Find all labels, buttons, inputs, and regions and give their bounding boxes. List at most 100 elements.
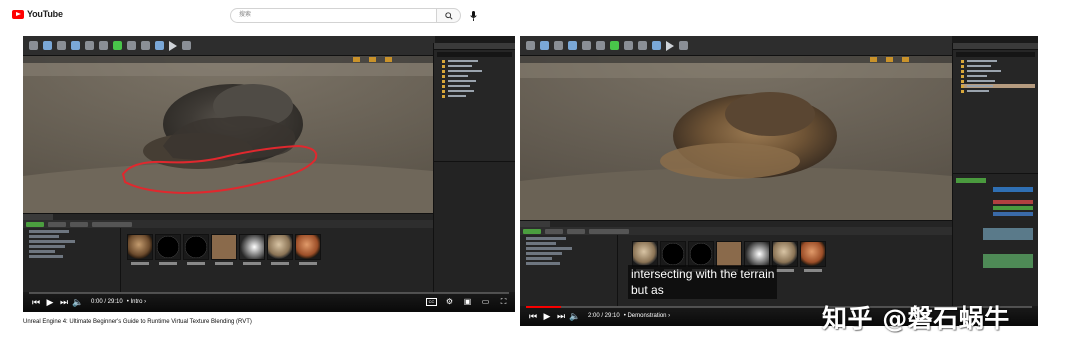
details-panel	[952, 173, 1038, 306]
microphone-icon	[469, 10, 477, 21]
volume-icon[interactable]: 🔈	[568, 310, 582, 322]
outliner-row	[961, 64, 1035, 68]
theater-mode-icon[interactable]: ▭	[480, 296, 491, 308]
video-title[interactable]: Unreal Engine 4: Ultimate Beginner's Gui…	[23, 319, 252, 325]
modes-icon	[57, 41, 66, 50]
play-icon	[666, 40, 674, 51]
add-new-button	[26, 221, 44, 227]
settings-icon	[99, 41, 108, 50]
time-display: 0:00 / 29:10	[91, 299, 123, 305]
blueprints-icon	[113, 41, 122, 50]
gear-icon[interactable]: ⚙	[444, 296, 455, 308]
skip-previous-icon[interactable]: ⏮	[29, 296, 43, 308]
import-button	[545, 228, 563, 234]
asset-tile[interactable]	[295, 234, 321, 265]
outliner-row	[961, 59, 1035, 63]
ue-toolbar	[23, 36, 435, 56]
build-icon	[638, 41, 647, 50]
asset-tile[interactable]	[239, 234, 265, 265]
settings-icon	[596, 41, 605, 50]
subtitles-icon[interactable]: CC	[426, 298, 437, 306]
closed-caption: intersecting with the terrain but as	[628, 265, 778, 299]
play-icon[interactable]: ▶	[540, 310, 554, 322]
outliner-row	[961, 79, 1035, 83]
level-viewport	[520, 56, 952, 220]
search-input[interactable]: 搜索	[230, 8, 437, 23]
details-preview	[983, 254, 1033, 268]
player-controls: ⏮ ▶ ⏭ 🔈 0:00 / 29:10 • Intro › CC ⚙ ▣ ▭ …	[23, 292, 515, 312]
world-outliner	[433, 43, 515, 161]
asset-grid	[127, 234, 321, 265]
asset-tile[interactable]	[211, 234, 237, 265]
cinematics-icon	[624, 41, 633, 50]
viewport-grid-button	[870, 57, 877, 62]
terrain-scene	[23, 56, 433, 213]
viewport-toolbar	[520, 56, 952, 63]
blueprints-icon	[610, 41, 619, 50]
skip-next-icon[interactable]: ⏭	[57, 296, 71, 308]
outliner-row	[442, 64, 512, 68]
ue-toolbar	[520, 36, 952, 56]
asset-tile[interactable]	[183, 234, 209, 265]
add-component-button	[956, 178, 986, 183]
player-controls-right: CC ⚙ ▣ ▭ ⛶	[426, 296, 509, 308]
skip-previous-icon[interactable]: ⏮	[526, 310, 540, 322]
content-icon	[568, 41, 577, 50]
details-preview	[983, 228, 1033, 240]
save-all-button	[70, 221, 88, 227]
content-browser-toolbar	[520, 227, 952, 235]
outliner-row	[442, 89, 512, 93]
time-display: 2:00 / 29:10	[588, 313, 620, 319]
fullscreen-icon[interactable]: ⛶	[498, 296, 509, 308]
details-value	[993, 212, 1033, 216]
terrain-scene	[520, 56, 952, 220]
miniplayer-icon[interactable]: ▣	[462, 296, 473, 308]
asset-tile[interactable]	[800, 241, 826, 272]
outliner-search	[437, 52, 512, 57]
compile-icon	[155, 41, 164, 50]
marketplace-icon	[85, 41, 94, 50]
viewport-grid-button	[353, 57, 360, 62]
volume-icon[interactable]: 🔈	[71, 296, 85, 308]
asset-tile[interactable]	[155, 234, 181, 265]
asset-tile[interactable]	[267, 234, 293, 265]
launch-icon	[679, 41, 688, 50]
chapter-label[interactable]: • Intro ›	[127, 299, 146, 305]
play-icon	[169, 40, 177, 51]
video-player-2[interactable]: intersecting with the terrain but as ⏮ ▶…	[520, 36, 1038, 326]
asset-tile[interactable]	[127, 234, 153, 265]
path-breadcrumb	[92, 221, 132, 227]
content-browser	[23, 213, 433, 292]
youtube-logo-text: YouTube	[27, 9, 63, 19]
marketplace-icon	[582, 41, 591, 50]
zhihu-watermark: 知乎 @磐石蜗牛	[822, 304, 1010, 333]
outliner-row	[961, 74, 1035, 78]
source-control-icon	[540, 41, 549, 50]
outliner-row	[442, 69, 512, 73]
save-all-button	[567, 228, 585, 234]
outliner-tab	[953, 43, 1038, 50]
page: YouTube 搜索 ⏮ ▶ ⏭ 🔈 0:00 / 29:10 • Intro …	[0, 0, 1091, 363]
launch-icon	[182, 41, 191, 50]
outliner-row	[442, 74, 512, 78]
add-new-button	[523, 228, 541, 234]
play-icon[interactable]: ▶	[43, 296, 57, 308]
folder-tree	[23, 228, 121, 292]
viewport-rotate-button	[369, 57, 376, 62]
skip-next-icon[interactable]: ⏭	[554, 310, 568, 322]
chapter-label[interactable]: • Demonstration ›	[624, 313, 670, 319]
outliner-tab	[434, 43, 515, 50]
world-outliner	[952, 43, 1038, 173]
outliner-row	[442, 79, 512, 83]
youtube-logo[interactable]: YouTube	[12, 9, 63, 19]
viewport-scale-button	[385, 57, 392, 62]
caption-line: but as	[631, 283, 664, 297]
outliner-row-selected	[961, 84, 1035, 88]
import-button	[48, 221, 66, 227]
search-button[interactable]	[437, 8, 461, 23]
voice-search-button[interactable]	[467, 9, 479, 22]
viewport-rotate-button	[886, 57, 893, 62]
save-icon	[526, 41, 535, 50]
video-player-1[interactable]: ⏮ ▶ ⏭ 🔈 0:00 / 29:10 • Intro › CC ⚙ ▣ ▭ …	[23, 36, 515, 312]
path-breadcrumb	[589, 228, 629, 234]
